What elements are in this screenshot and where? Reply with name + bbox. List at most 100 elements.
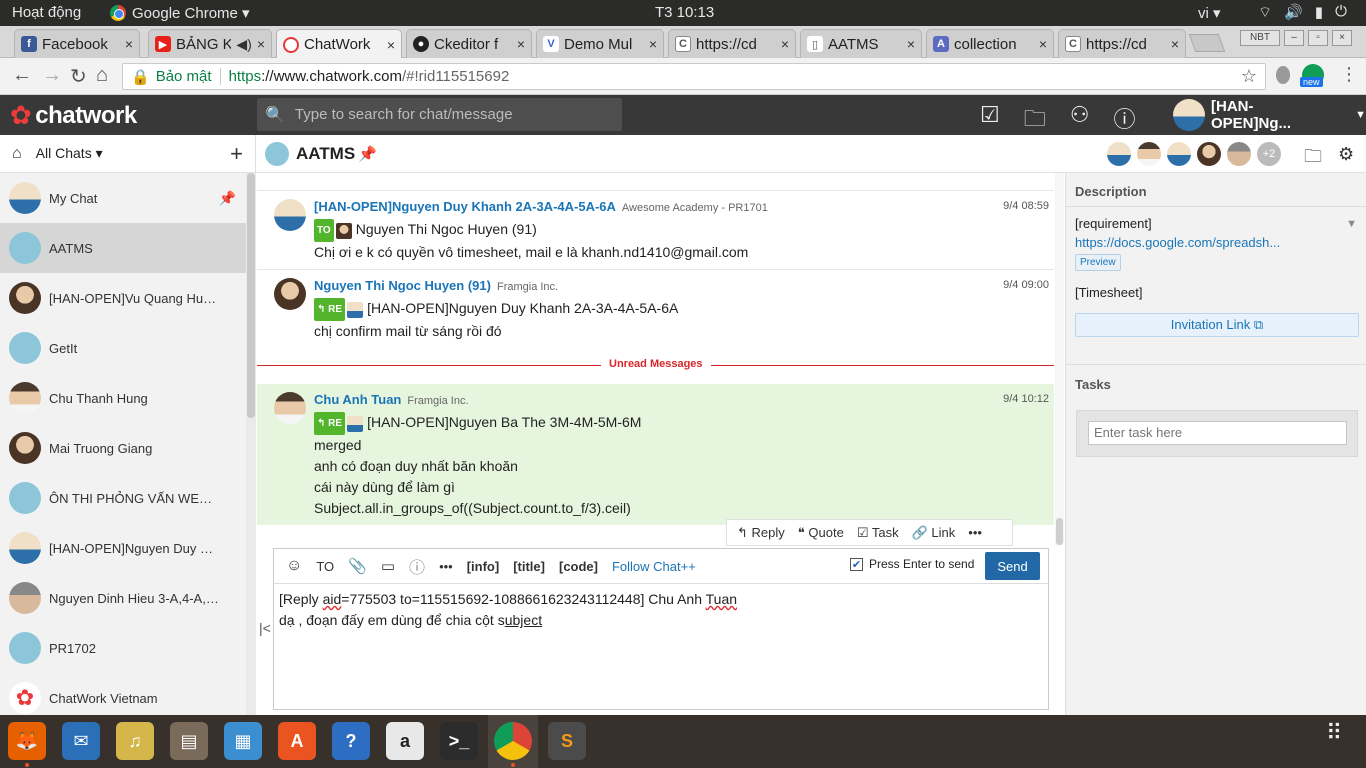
task-action[interactable]: ☑ Task — [857, 525, 899, 541]
tab-close-icon[interactable]: × — [1171, 36, 1179, 52]
to-button[interactable]: TO — [316, 559, 334, 574]
tab-https-cd-1[interactable]: C https://cd × — [668, 29, 796, 58]
audio-icon[interactable]: ◀) — [236, 36, 251, 53]
quote-action[interactable]: ❝ Quote — [798, 525, 844, 541]
new-tab-button[interactable] — [1188, 34, 1226, 52]
sidebar-room-item[interactable]: [HAN-OPEN]Vu Quang Huy ... — [0, 273, 246, 323]
tab-close-icon[interactable]: × — [1039, 36, 1047, 52]
show-apps-icon[interactable]: ⠿ — [1326, 722, 1344, 744]
clock[interactable]: T3 10:13 — [655, 4, 714, 21]
extension-new-icon[interactable]: new — [1300, 64, 1324, 87]
collapse-panel-icon[interactable]: |< — [259, 620, 271, 636]
task-input[interactable]: Enter task here — [1088, 421, 1347, 445]
sidebar-room-item[interactable]: [HAN-OPEN]Nguyen Duy Kh... — [0, 523, 246, 573]
code-tag-button[interactable]: [code] — [559, 559, 598, 574]
bookmark-star-icon[interactable]: ☆ — [1241, 66, 1257, 87]
sidebar-room-item[interactable]: ÔN THI PHỎNG VẤN WEB ... — [0, 473, 246, 523]
sidebar-room-item[interactable]: My Chat 📌 — [0, 173, 246, 223]
scrollbar-thumb[interactable] — [1056, 518, 1063, 545]
message[interactable]: [HAN-OPEN]Nguyen Duy Khanh 2A-3A-4A-5A-6… — [257, 191, 1054, 270]
title-tag-button[interactable]: [title] — [513, 559, 545, 574]
chrome-menu-icon[interactable]: ⋮ — [1340, 64, 1358, 85]
sidebar-room-item[interactable]: PR1702 — [0, 623, 246, 673]
video-call-icon[interactable]: ▭ — [381, 557, 395, 575]
tab-https-cd-2[interactable]: C https://cd × — [1058, 29, 1186, 58]
libreoffice-impress-icon[interactable]: ▦ — [224, 722, 262, 760]
member-avatar[interactable] — [1167, 142, 1191, 166]
member-avatar[interactable] — [1107, 142, 1131, 166]
enter-to-send-checkbox[interactable]: ✔ — [850, 557, 863, 571]
sidebar-room-item[interactable]: AATMS — [0, 223, 246, 273]
tab-demo-mul[interactable]: V Demo Mul × — [536, 29, 664, 58]
send-button[interactable]: Send — [985, 552, 1040, 580]
tab-chatwork[interactable]: ChatWork × — [276, 29, 402, 59]
app-menu[interactable]: Google Chrome ▾ — [110, 4, 250, 22]
close-icon[interactable]: × — [1332, 30, 1352, 46]
power-menu-icon[interactable]: ⏻ — [1335, 3, 1347, 22]
tab-close-icon[interactable]: × — [517, 36, 525, 52]
home-icon[interactable]: ⌂ — [12, 145, 22, 163]
activities-button[interactable]: Hoạt động — [12, 4, 81, 21]
all-chats-filter[interactable]: All Chats ▾ — [36, 145, 103, 162]
home-icon[interactable]: ⌂ — [96, 64, 108, 87]
timeline-scrollbar[interactable] — [1055, 173, 1064, 545]
more-actions-button[interactable]: ••• — [968, 525, 982, 540]
battery-icon[interactable]: ▮ — [1315, 3, 1323, 22]
extension-icon[interactable] — [1276, 66, 1290, 84]
forward-icon[interactable]: → — [42, 64, 62, 87]
info-icon[interactable]: ⓘ — [409, 554, 425, 578]
tab-close-icon[interactable]: × — [257, 36, 265, 52]
files-icon[interactable]: ▤ — [170, 722, 208, 760]
message-time[interactable]: 9/4 10:12 — [1003, 393, 1049, 405]
member-avatar[interactable] — [1197, 142, 1221, 166]
more-icon[interactable]: ••• — [439, 559, 453, 574]
sidebar-room-item[interactable]: GetIt — [0, 323, 246, 373]
files-icon[interactable]: 🗀 — [1304, 144, 1322, 174]
sender-name[interactable]: [HAN-OPEN]Nguyen Duy Khanh 2A-3A-4A-5A-6… — [314, 199, 616, 214]
user-menu[interactable]: [HAN-OPEN]Ng... ▼ — [1173, 98, 1366, 132]
sender-avatar[interactable] — [274, 392, 306, 424]
help-icon[interactable]: ? — [332, 722, 370, 760]
tab-close-icon[interactable]: × — [125, 36, 133, 52]
sender-avatar[interactable] — [274, 199, 306, 231]
message-textarea[interactable]: [Reply aid=775503 to=115515692-108866162… — [279, 589, 1039, 631]
sender-name[interactable]: Nguyen Thi Ngoc Huyen (91) — [314, 278, 491, 293]
rhythmbox-icon[interactable]: ♫ — [116, 722, 154, 760]
tab-facebook[interactable]: f Facebook × — [14, 29, 140, 58]
tab-aatms[interactable]: ▯ AATMS × — [800, 29, 922, 58]
message-time[interactable]: 9/4 09:00 — [1003, 279, 1049, 291]
chevron-down-icon[interactable]: ▼ — [1346, 218, 1357, 230]
member-avatar[interactable] — [1227, 142, 1251, 166]
wifi-icon[interactable]: ⌔ — [1258, 3, 1272, 22]
software-center-icon[interactable]: A — [278, 722, 316, 760]
minimize-icon[interactable]: – — [1284, 30, 1304, 46]
room-members[interactable]: +2 — [1107, 142, 1281, 166]
message-time[interactable]: 9/4 08:59 — [1003, 200, 1049, 212]
more-members-badge[interactable]: +2 — [1257, 142, 1281, 166]
terminal-icon[interactable]: >_ — [440, 722, 478, 760]
tab-close-icon[interactable]: × — [781, 36, 789, 52]
chrome-icon[interactable] — [494, 722, 532, 760]
back-icon[interactable]: ← — [12, 64, 32, 87]
tab-bang-k[interactable]: ▶ BẢNG K ◀) × — [148, 29, 272, 58]
settings-gear-icon[interactable]: ⚙ — [1338, 144, 1354, 174]
description-link[interactable]: https://docs.google.com/spreadsh... — [1075, 235, 1285, 250]
sidebar-scrollbar[interactable] — [246, 173, 256, 715]
pin-icon[interactable]: 📌 — [219, 190, 236, 207]
input-language[interactable]: vi ▾ — [1198, 4, 1221, 22]
sender-name[interactable]: Chu Anh Tuan — [314, 392, 401, 407]
search-input[interactable]: 🔍 Type to search for chat/message — [257, 98, 622, 131]
system-tray[interactable]: ⌔ 🔊 ▮ ⏻ — [1258, 3, 1347, 22]
follow-chat-link[interactable]: Follow Chat++ — [612, 559, 696, 574]
tab-close-icon[interactable]: × — [649, 36, 657, 52]
pin-icon[interactable]: 📌 — [358, 145, 377, 163]
message[interactable]: Chu Anh Tuan Framgia Inc. 9/4 10:12 ↰ RE [… — [257, 384, 1054, 525]
preview-button[interactable]: Preview — [1075, 254, 1121, 271]
sidebar-room-item[interactable]: Nguyen Dinh Hieu 3-A,4-A,5... — [0, 573, 246, 623]
sidebar-room-item[interactable]: Chu Thanh Hung — [0, 373, 246, 423]
address-bar[interactable]: 🔒 Bảo mật https ://www.chatwork.com /#!r… — [122, 63, 1266, 90]
sublime-icon[interactable]: S — [548, 722, 586, 760]
thunderbird-icon[interactable]: ✉ — [62, 722, 100, 760]
volume-icon[interactable]: 🔊 — [1284, 3, 1303, 22]
tab-close-icon[interactable]: × — [907, 36, 915, 52]
